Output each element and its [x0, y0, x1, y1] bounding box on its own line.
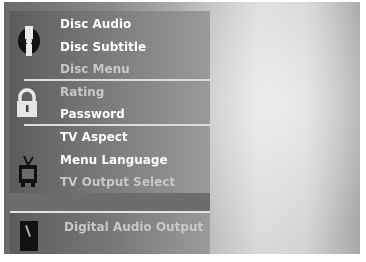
audio-panel: Digital Audio Output	[10, 211, 210, 254]
menu-item-digital-audio-output[interactable]: Digital Audio Output	[64, 220, 203, 234]
menu-item-menu-language[interactable]: Menu Language	[60, 153, 168, 167]
tv-icon	[19, 156, 37, 187]
menu-item-tv-aspect[interactable]: TV Aspect	[60, 130, 128, 144]
menu-item-tv-output-select[interactable]: TV Output Select	[60, 175, 175, 189]
speaker-icon	[20, 221, 38, 251]
lock-icon	[17, 88, 37, 117]
menu-divider	[24, 79, 210, 81]
lock-group: Rating Password	[10, 82, 210, 122]
tv-group: TV Aspect Menu Language TV Output Select	[10, 126, 210, 193]
menu-item-disc-audio[interactable]: Disc Audio	[60, 17, 131, 31]
tv-screen: Disc Audio Disc Subtitle Disc Menu Ratin…	[4, 2, 360, 254]
disc-group: Disc Audio Disc Subtitle Disc Menu	[10, 11, 210, 79]
menu-item-disc-subtitle[interactable]: Disc Subtitle	[60, 40, 146, 54]
menu-item-disc-menu[interactable]: Disc Menu	[60, 62, 130, 76]
panel-divider	[10, 211, 210, 213]
setup-menu: Disc Audio Disc Subtitle Disc Menu Ratin…	[10, 11, 210, 193]
disc-icon	[18, 26, 40, 56]
menu-item-rating[interactable]: Rating	[60, 85, 104, 99]
menu-item-password[interactable]: Password	[60, 107, 125, 121]
menu-gap-bar	[10, 193, 210, 211]
